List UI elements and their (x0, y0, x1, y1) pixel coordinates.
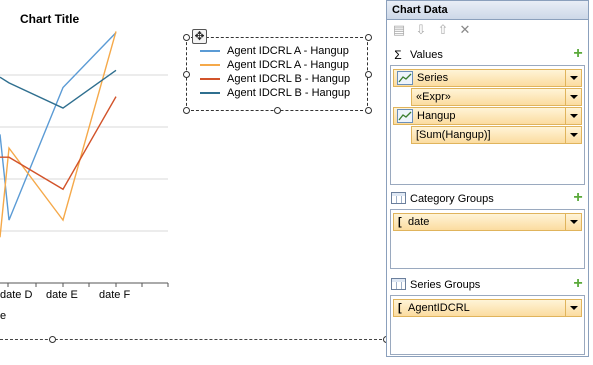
legend-label: Agent IDCRL A - Hangup (227, 59, 349, 71)
legend-item: Agent IDCRL A - Hangup (200, 44, 349, 58)
category-group-label: date (408, 216, 430, 228)
series-groups-label: Series Groups (410, 279, 481, 291)
value-expr-row[interactable]: [Sum(Hangup)] (411, 126, 582, 144)
series-line-1[interactable] (0, 31, 117, 238)
add-value-icon[interactable]: + (571, 46, 585, 62)
legend-item: Agent IDCRL A - Hangup (200, 58, 349, 72)
legend-swatch (200, 64, 220, 66)
resize-handle[interactable] (183, 71, 190, 78)
bracket-icon: [ (398, 216, 402, 228)
category-label-1: date E (46, 289, 78, 301)
value-expr-label: [Sum(Hangup)] (416, 129, 491, 141)
move-icon[interactable]: ✥ (192, 29, 207, 44)
legend-item: Agent IDCRL B - Hangup (200, 72, 350, 86)
panel-title: Chart Data (387, 1, 588, 20)
resize-handle[interactable] (365, 34, 372, 41)
series-groups-section: Series Groups + [ AgentIDCRL (390, 275, 585, 355)
resize-handle[interactable] (274, 107, 281, 114)
category-group-row[interactable]: [ date (393, 213, 582, 231)
value-series-label: Hangup (417, 110, 456, 122)
chevron-down-icon[interactable] (565, 108, 581, 124)
delete-icon[interactable]: ✕ (457, 23, 473, 39)
legend-item: Agent IDCRL B - Hangup (200, 86, 350, 100)
chevron-down-icon[interactable] (565, 70, 581, 86)
chart-selection-border (0, 339, 387, 340)
chart-legend[interactable]: Agent IDCRL A - Hangup Agent IDCRL A - H… (186, 37, 368, 111)
report-designer: Chart Title date D date E date F e Agent… (0, 0, 593, 365)
chart-data-panel: Chart Data ▤ ⇩ ⇧ ✕ Σ Values + Series «Ex… (386, 0, 589, 357)
table-icon (390, 192, 406, 206)
bracket-icon: [ (398, 302, 402, 314)
move-down-icon[interactable]: ⇩ (413, 23, 429, 39)
value-expr-row[interactable]: «Expr» (411, 88, 582, 106)
line-chart-icon (397, 71, 413, 85)
value-series-row[interactable]: Series (393, 69, 582, 87)
chevron-down-icon[interactable] (565, 89, 581, 105)
legend-label: Agent IDCRL A - Hangup (227, 45, 349, 57)
chevron-down-icon[interactable] (565, 300, 581, 316)
add-series-group-icon[interactable]: + (571, 276, 585, 292)
category-groups-label: Category Groups (410, 193, 494, 205)
table-icon (390, 278, 406, 292)
move-up-icon[interactable]: ⇧ (435, 23, 451, 39)
category-label-0: date D (0, 289, 33, 301)
value-series-row[interactable]: Hangup (393, 107, 582, 125)
series-group-label: AgentIDCRL (408, 302, 470, 314)
add-category-group-icon[interactable]: + (571, 190, 585, 206)
category-groups-list: [ date (390, 209, 585, 269)
chevron-down-icon[interactable] (565, 214, 581, 230)
resize-handle[interactable] (49, 336, 56, 343)
category-groups-section: Category Groups + [ date (390, 189, 585, 269)
values-label: Values (410, 49, 443, 61)
chevron-down-icon[interactable] (565, 127, 581, 143)
chart-title[interactable]: Chart Title (20, 12, 79, 26)
panel-toolbar: ▤ ⇩ ⇧ ✕ (387, 20, 588, 42)
series-group-row[interactable]: [ AgentIDCRL (393, 299, 582, 317)
legend-swatch (200, 92, 220, 94)
category-axis-title[interactable]: e (0, 310, 6, 322)
resize-handle[interactable] (183, 34, 190, 41)
resize-handle[interactable] (183, 107, 190, 114)
series-line-3[interactable] (0, 69, 117, 109)
resize-handle[interactable] (365, 71, 372, 78)
values-section: Σ Values + Series «Expr» Hangup [Sum(Han… (390, 45, 585, 185)
legend-swatch (200, 50, 220, 52)
sigma-icon: Σ (394, 48, 402, 62)
legend-label: Agent IDCRL B - Hangup (227, 87, 351, 99)
value-expr-label: «Expr» (416, 91, 451, 103)
series-groups-list: [ AgentIDCRL (390, 295, 585, 355)
value-series-label: Series (417, 72, 449, 84)
properties-icon[interactable]: ▤ (391, 23, 407, 39)
category-label-2: date F (99, 289, 131, 301)
values-list: Series «Expr» Hangup [Sum(Hangup)] (390, 65, 585, 185)
resize-handle[interactable] (365, 107, 372, 114)
legend-label: Agent IDCRL B - Hangup (227, 73, 351, 85)
series-line-2[interactable] (0, 96, 117, 191)
legend-swatch (200, 78, 220, 80)
line-chart-icon (397, 109, 413, 123)
